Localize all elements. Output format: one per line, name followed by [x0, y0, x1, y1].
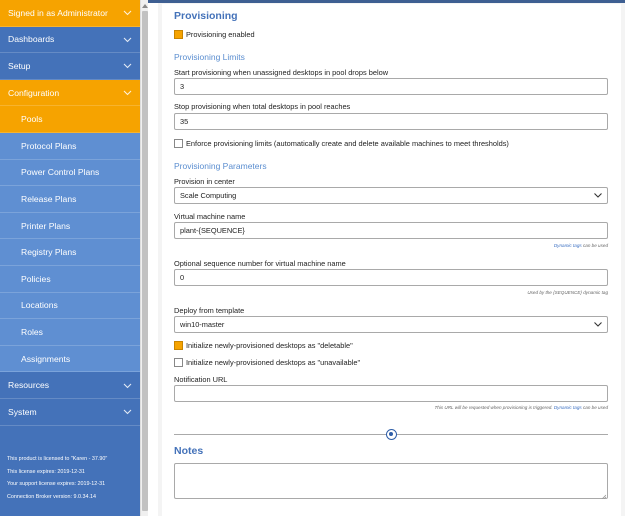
scrollbar-thumb[interactable] [142, 11, 148, 511]
template-select[interactable]: win10-master [174, 316, 608, 333]
sidebar-item-label: System [8, 406, 37, 417]
provision-center-label: Provision in center [174, 177, 235, 186]
sidebar-item-label: Signed in as Administrator [8, 7, 108, 18]
deletable-label: Initialize newly-provisioned desktops as… [186, 341, 353, 350]
sidebar-item-configuration[interactable]: Configuration [0, 79, 140, 107]
sidebar-item-label: Setup [8, 60, 31, 71]
sidebar-item-label: Registry Plans [21, 247, 77, 258]
stop-provisioning-label: Stop provisioning when total desktops in… [174, 102, 351, 111]
notes-textarea[interactable] [174, 463, 608, 500]
sidebar-item-release-plans[interactable]: Release Plans [0, 186, 140, 213]
vm-name-hint: Dynamic tags can be used [554, 243, 608, 248]
sidebar-item-printer-plans[interactable]: Printer Plans [0, 212, 140, 240]
chevron-down-icon [123, 8, 132, 17]
sidebar-item-locations[interactable]: Locations [0, 292, 140, 320]
top-bar [148, 0, 625, 3]
sidebar-item-label: Printer Plans [21, 220, 71, 231]
notification-url-input[interactable] [174, 385, 608, 402]
chevron-down-icon [123, 407, 132, 416]
sidebar-item-label: Release Plans [21, 193, 77, 204]
sidebar-item-label: Policies [21, 273, 51, 284]
sidebar-item-power-control-plans[interactable]: Power Control Plans [0, 159, 140, 187]
template-value: win10-master [180, 320, 225, 329]
sidebar-item-label: Power Control Plans [21, 167, 100, 178]
sidebar-item-pools[interactable]: Pools [0, 106, 140, 133]
sidebar-item-registry-plans[interactable]: Registry Plans [0, 239, 140, 266]
chevron-down-icon [123, 88, 132, 97]
stop-provisioning-input[interactable]: 35 [174, 113, 608, 130]
sidebar-item-label: Resources [8, 380, 50, 391]
provisioning-title: Provisioning [174, 10, 238, 22]
provision-center-select[interactable]: Scale Computing [174, 187, 608, 204]
template-label: Deploy from template [174, 306, 245, 315]
notification-url-label: Notification URL [174, 375, 228, 384]
start-provisioning-input[interactable]: 3 [174, 78, 608, 95]
notification-url-hint: This URL will be requested when provisio… [434, 405, 608, 410]
sidebar-item-label: Locations [21, 300, 58, 311]
sidebar-item-label: Assignments [21, 353, 71, 364]
dynamic-tags-link[interactable]: Dynamic tags [554, 243, 582, 248]
vm-name-input[interactable]: plant-{SEQUENCE} [174, 222, 608, 239]
sidebar-item-label: Dashboards [8, 34, 55, 45]
broker-version: Connection Broker version: 9.0.34.14 [7, 493, 96, 500]
sidebar-item-system[interactable]: System [0, 398, 140, 426]
start-provisioning-value: 3 [180, 82, 185, 91]
sidebar-item-assignments[interactable]: Assignments [0, 345, 140, 373]
resize-grip-icon[interactable] [601, 492, 607, 500]
support-expires: Your support license expires: 2019-12-31 [7, 481, 106, 488]
license-licensed-to: This product is licensed to "Karen - 37.… [7, 456, 108, 462]
dynamic-tags-link[interactable]: Dynamic tags [554, 405, 582, 410]
sidebar-item-setup[interactable]: Setup [0, 53, 140, 80]
sidebar-item-resources[interactable]: Resources [0, 372, 140, 399]
sidebar-item-policies[interactable]: Policies [0, 265, 140, 293]
chevron-down-icon [594, 320, 602, 329]
provisioning-enabled-label: Provisioning enabled [186, 30, 255, 39]
sidebar-item-protocol-plans[interactable]: Protocol Plans [0, 132, 140, 160]
notification-url-hint-suffix: can be used [581, 405, 608, 410]
stop-provisioning-value: 35 [180, 117, 189, 126]
sidebar-scrollbar[interactable] [140, 0, 148, 516]
provisioning-enabled-checkbox[interactable] [174, 30, 183, 39]
vm-name-value: plant-{SEQUENCE} [180, 226, 245, 235]
sidebar-item-dashboards[interactable]: Dashboards [0, 26, 140, 54]
sidebar-item-label: Configuration [8, 87, 60, 98]
license-expires: This license expires: 2019-12-31 [7, 468, 85, 475]
collapse-handle-icon[interactable] [386, 429, 397, 440]
enforce-limits-label: Enforce provisioning limits (automatical… [186, 139, 509, 148]
sidebar: Signed in as Administrator Dashboards Setu… [0, 0, 140, 516]
sequence-number-hint: Used by the {SEQUENCE} dynamic tag [527, 290, 608, 295]
sequence-number-input[interactable]: 0 [174, 269, 608, 286]
start-provisioning-label: Start provisioning when unassigned deskt… [174, 68, 389, 77]
deletable-checkbox[interactable] [174, 341, 183, 350]
notes-title: Notes [174, 445, 204, 457]
sidebar-item-label: Protocol Plans [21, 140, 77, 151]
provision-center-value: Scale Computing [180, 191, 237, 200]
vm-name-label: Virtual machine name [174, 212, 246, 221]
sequence-number-label: Optional sequence number for virtual mac… [174, 259, 346, 268]
chevron-down-icon [594, 191, 602, 200]
chevron-down-icon [123, 61, 132, 70]
sidebar-item-signed-in-as-administrator[interactable]: Signed in as Administrator [0, 0, 140, 27]
sidebar-item-label: Roles [21, 326, 43, 337]
unavailable-checkbox[interactable] [174, 358, 183, 367]
unavailable-label: Initialize newly-provisioned desktops as… [186, 358, 361, 367]
chevron-down-icon [123, 35, 132, 44]
vm-name-hint-text: can be used [581, 243, 608, 248]
provisioning-limits-title: Provisioning Limits [174, 52, 245, 62]
sidebar-item-roles[interactable]: Roles [0, 319, 140, 346]
provisioning-parameters-title: Provisioning Parameters [174, 161, 267, 171]
enforce-limits-checkbox[interactable] [174, 139, 183, 148]
notification-url-hint-text: This URL will be requested when provisio… [434, 405, 554, 410]
license-info: This product is licensed to "Karen - 37.… [7, 453, 137, 503]
sequence-number-value: 0 [180, 273, 185, 282]
chevron-down-icon [123, 381, 132, 390]
sidebar-item-label: Pools [21, 114, 43, 125]
